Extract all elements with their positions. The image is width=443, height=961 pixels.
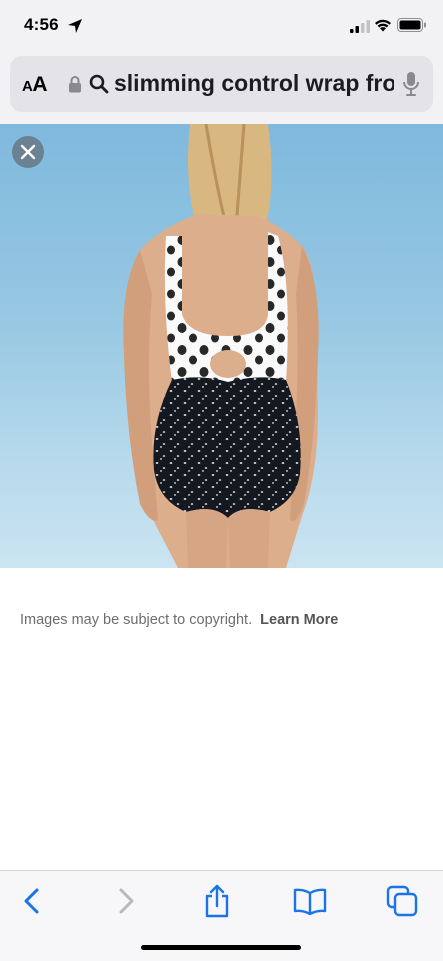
microphone-icon[interactable] xyxy=(402,71,420,97)
share-button[interactable] xyxy=(197,883,237,919)
home-indicator[interactable] xyxy=(141,945,301,950)
location-arrow-icon xyxy=(68,19,82,33)
status-time: 4:56 xyxy=(24,15,59,34)
url-text[interactable]: slimming control wrap front xyxy=(114,70,394,100)
close-button[interactable] xyxy=(12,136,44,168)
cellular-signal-icon xyxy=(350,20,370,33)
back-icon xyxy=(24,888,39,914)
wifi-icon xyxy=(375,19,391,32)
back-button[interactable] xyxy=(12,883,52,919)
address-bar[interactable]: AA slimming control wrap front xyxy=(10,56,433,112)
tabs-button[interactable] xyxy=(382,883,422,919)
share-icon xyxy=(205,884,229,918)
bookmarks-button[interactable] xyxy=(290,883,330,919)
lock-icon xyxy=(69,76,81,93)
search-icon xyxy=(89,74,109,94)
copyright-notice: Images may be subject to copyright. Lear… xyxy=(20,612,338,628)
learn-more-link[interactable]: Learn More xyxy=(260,612,338,628)
battery-icon xyxy=(397,18,426,32)
reader-settings-button[interactable]: AA xyxy=(22,73,48,97)
swimsuit-model-illustration xyxy=(123,124,319,568)
product-image[interactable] xyxy=(0,124,443,568)
status-bar: 4:56 xyxy=(0,0,443,52)
copyright-text: Images may be subject to copyright. xyxy=(20,612,253,628)
tabs-icon xyxy=(386,885,418,917)
forward-button[interactable] xyxy=(106,883,146,919)
forward-icon xyxy=(119,888,134,914)
browser-chrome: AA slimming control wrap front xyxy=(0,52,443,124)
bookmarks-icon xyxy=(293,888,327,915)
close-icon xyxy=(20,144,36,160)
